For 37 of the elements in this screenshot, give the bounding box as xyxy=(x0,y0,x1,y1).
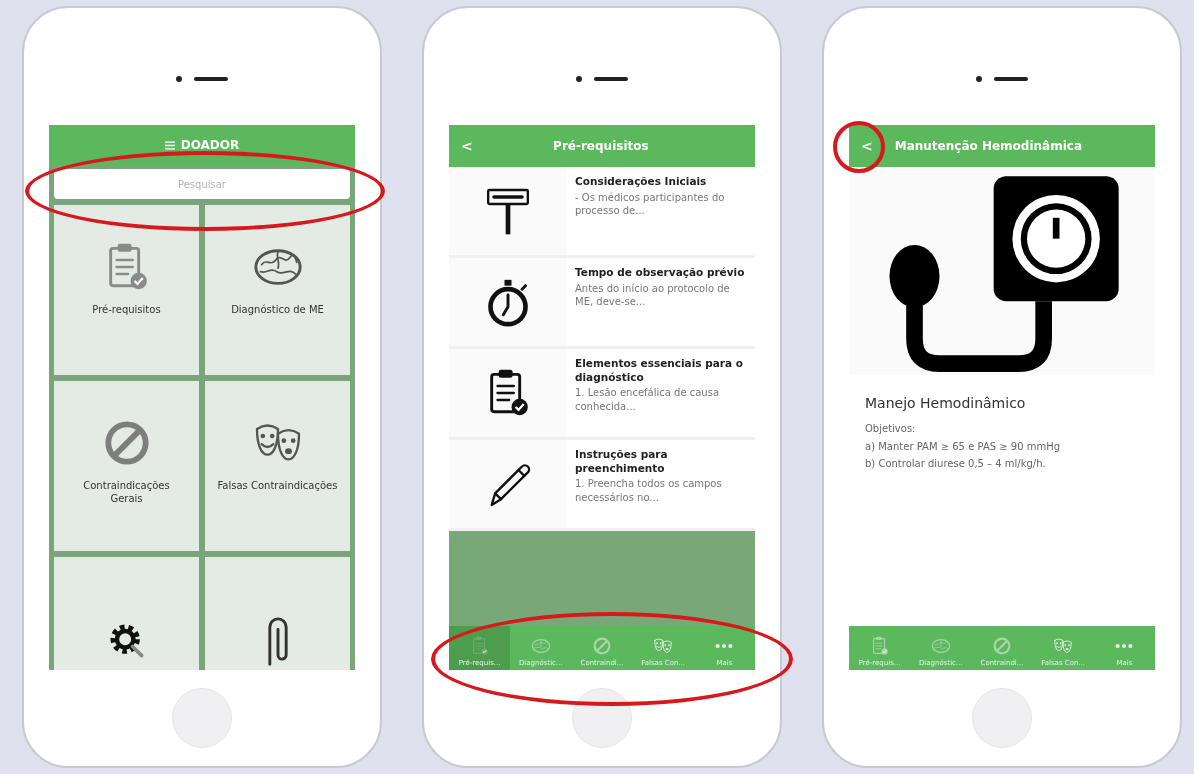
more-icon xyxy=(715,643,734,649)
item-excerpt: - Os médicos participantes do processo de... xyxy=(575,190,726,218)
search-field[interactable]: Pesquisar xyxy=(54,169,350,199)
list-item[interactable]: Tempo de observação prévio Antes do início ao protocolo de ME, deve-se... xyxy=(449,258,755,349)
item-excerpt: 1. Lesão encefálica de causa conhecida... xyxy=(575,386,721,414)
item-title: Tempo de observação prévio xyxy=(575,266,746,280)
header-title: Pré-requisitos xyxy=(552,139,650,153)
menu-tile[interactable]: Pré-requisitos xyxy=(54,205,199,375)
prohibited-icon xyxy=(991,635,1013,657)
list-item[interactable]: Elementos essenciais para o diagnóstico 1. Lesão encefálica de causa conhecida... xyxy=(449,349,755,440)
menu-tile[interactable]: Falsas Contraindicações xyxy=(205,381,350,551)
camera-dot xyxy=(576,75,582,82)
camera-dot xyxy=(976,75,982,82)
header-title: DOADOR xyxy=(180,138,240,152)
speaker-slot xyxy=(194,76,228,81)
back-button[interactable]: < xyxy=(461,138,473,154)
content-text: Objetivos: xyxy=(865,422,917,436)
speaker-slot xyxy=(994,76,1028,81)
menu-tile[interactable]: Diagnóstico de ME xyxy=(205,205,350,375)
header-title: Manutenção Hemodinâmica xyxy=(894,139,1083,153)
prohibited-icon xyxy=(591,635,613,657)
list-item[interactable]: Considerações Iniciais - Os médicos participantes do processo de... xyxy=(449,167,755,258)
more-icon xyxy=(1115,643,1134,649)
item-title: Instruções para preenchimento xyxy=(575,448,669,476)
item-excerpt: Antes do início ao protocolo de ME, deve-se... xyxy=(575,281,731,309)
menu-tile[interactable]: Contraindicações Gerais xyxy=(54,381,199,551)
menu-icon[interactable] xyxy=(164,140,175,150)
speaker-slot xyxy=(594,76,628,81)
back-button[interactable]: < xyxy=(861,138,873,154)
list-item[interactable]: Instruções para preenchimento 1. Preencha todos os campos necessários no... xyxy=(449,440,755,531)
camera-dot xyxy=(176,75,182,82)
content-text: a) Manter PAM ≥ 65 e PAS ≥ 90 mmHg xyxy=(865,439,1062,454)
content-title: Manejo Hemodinâmico xyxy=(865,395,1027,411)
content-text: b) Controlar diurese 0,5 – 4 ml/kg/h. xyxy=(865,457,1047,471)
item-title: Elementos essenciais para o diagnóstico xyxy=(575,357,744,385)
item-excerpt: 1. Preencha todos os campos necessários no... xyxy=(575,477,723,505)
item-title: Considerações Iniciais xyxy=(575,175,708,189)
